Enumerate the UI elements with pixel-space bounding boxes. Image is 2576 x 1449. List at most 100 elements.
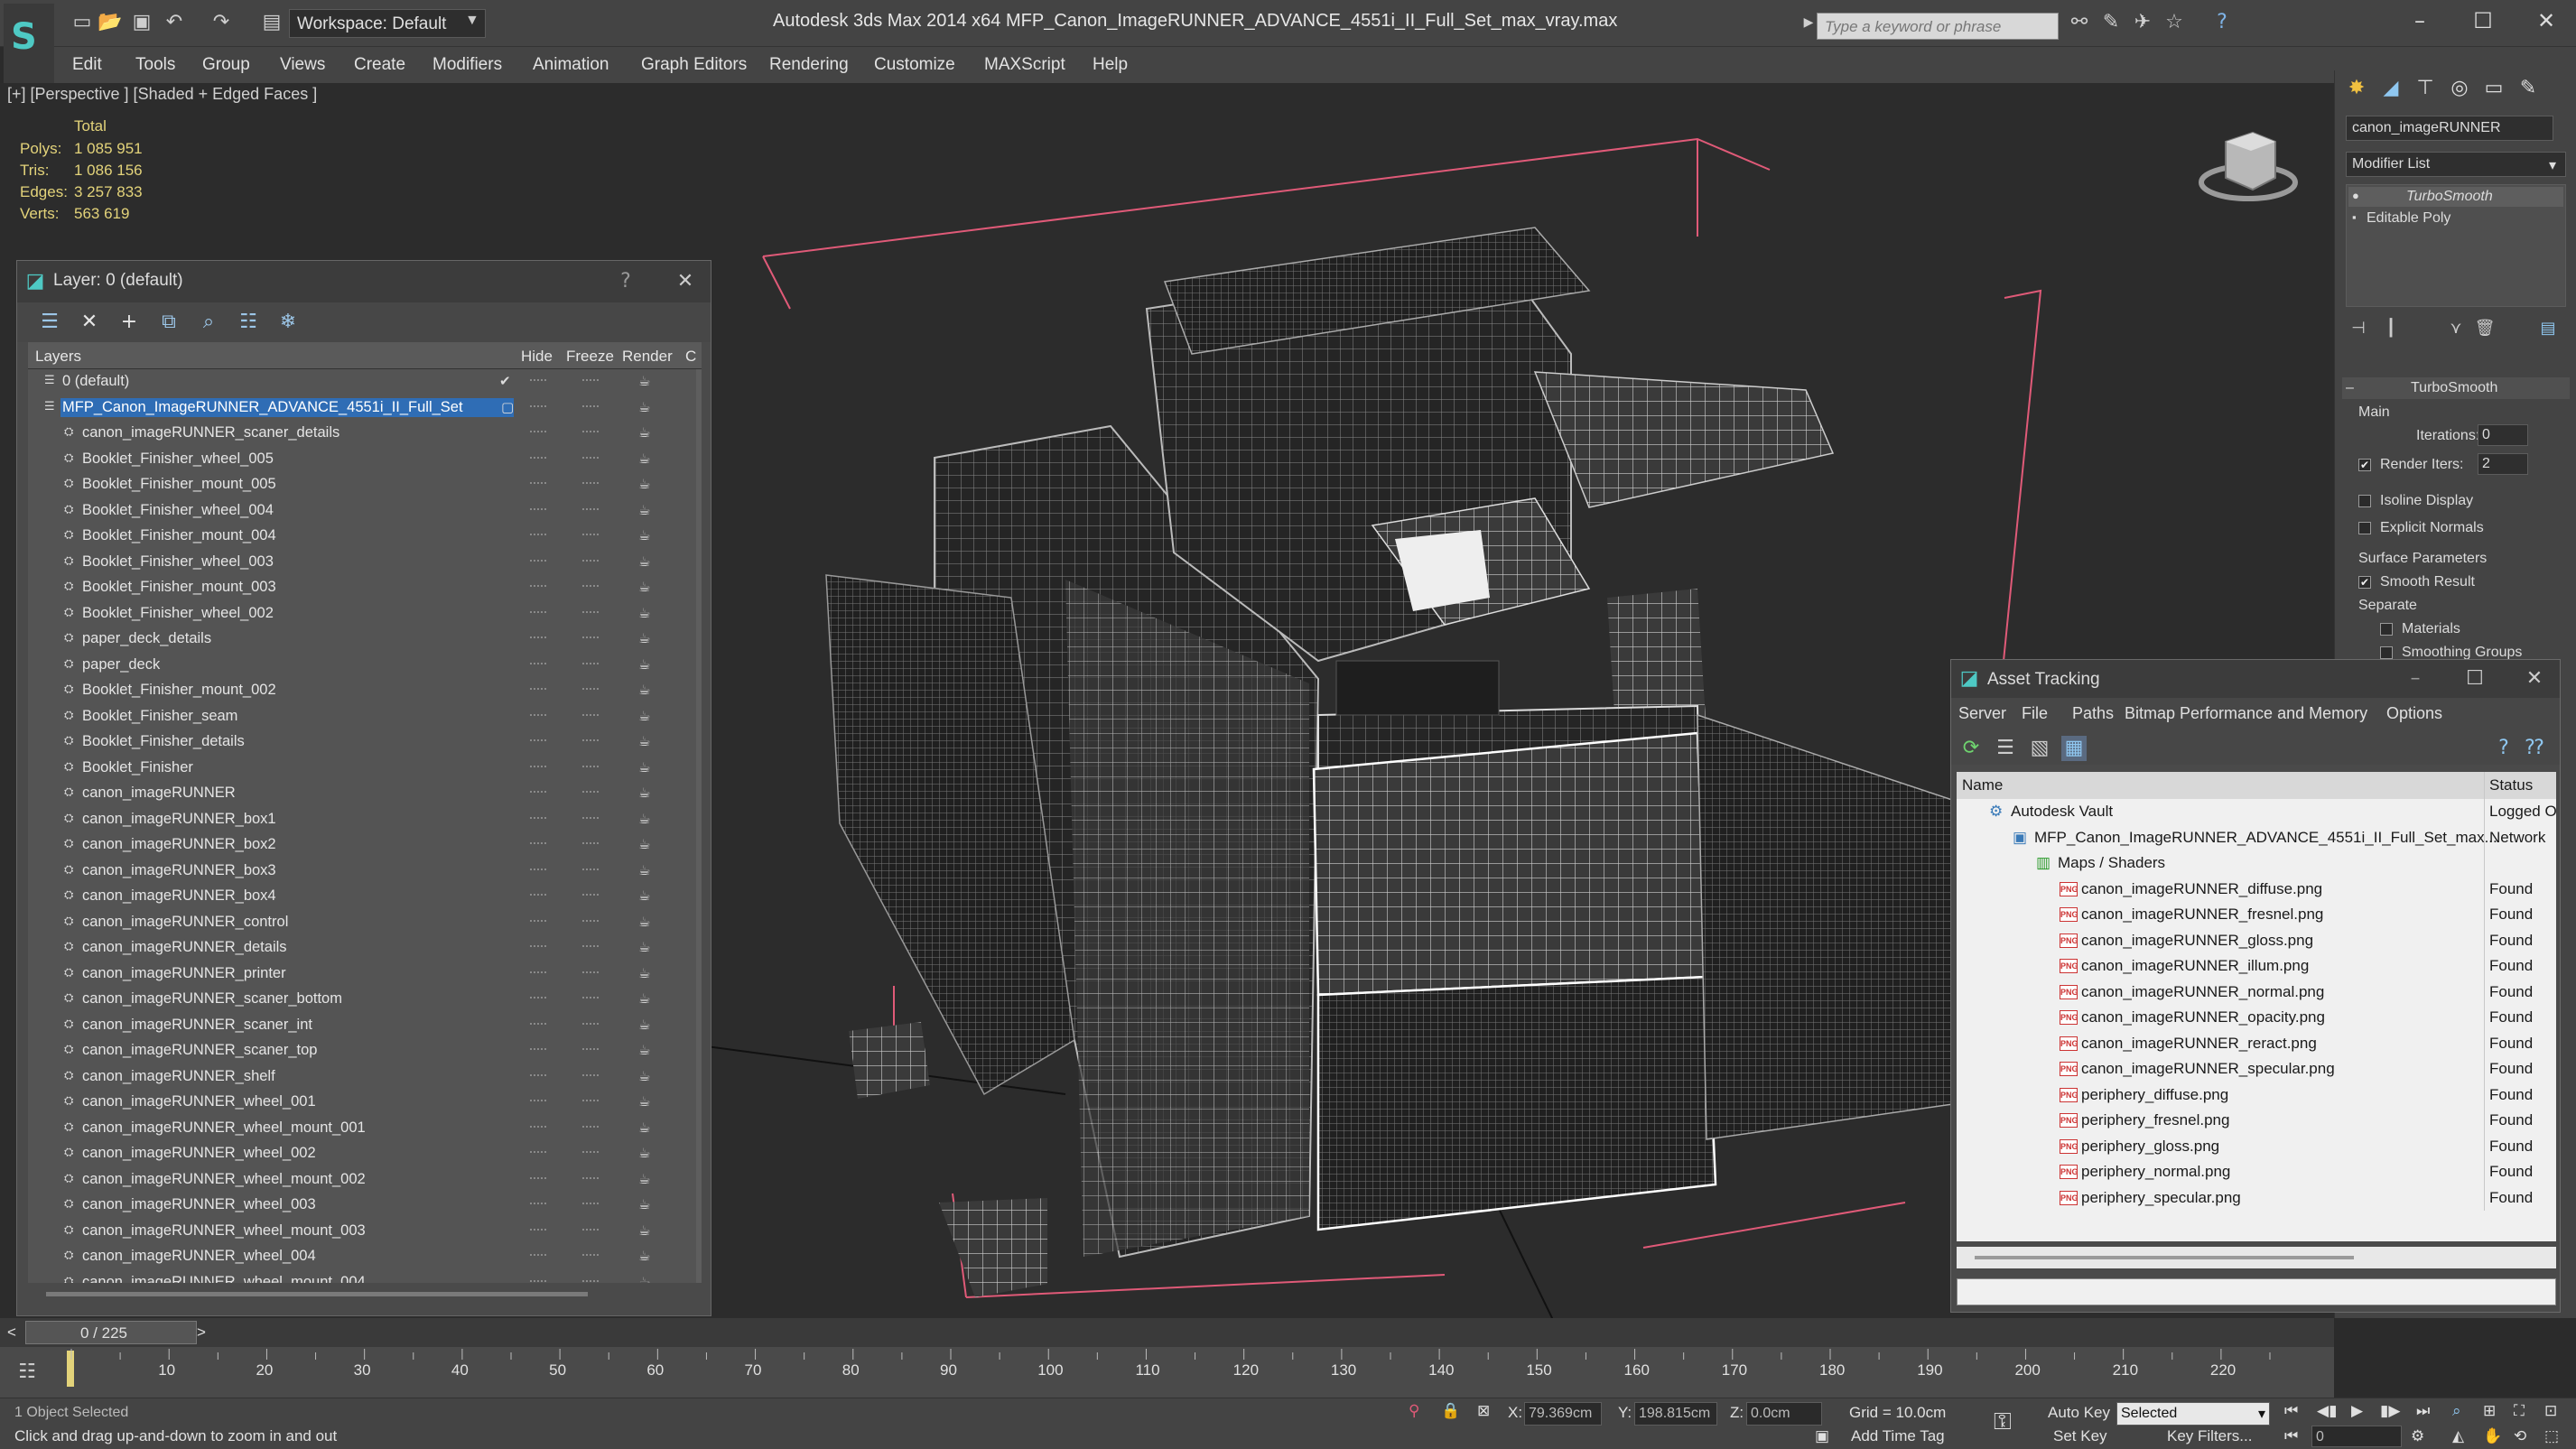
hide-toggle[interactable]	[530, 507, 546, 511]
render-teapot-icon[interactable]: ☕	[638, 450, 650, 467]
configure-sets-icon[interactable]: ▤	[2535, 316, 2561, 341]
layer-row[interactable]: ⛭ Booklet_Finisher ☕	[28, 756, 702, 782]
communication-icon[interactable]: ✈	[2131, 11, 2154, 34]
help-icon[interactable]: ?	[2491, 736, 2516, 761]
freeze-toggle[interactable]	[582, 739, 599, 742]
turbosmooth-rollout-header[interactable]: – TurboSmooth	[2342, 377, 2570, 399]
layer-row[interactable]: ⛭ canon_imageRUNNER_box4 ☕	[28, 884, 702, 910]
freeze-toggle[interactable]	[582, 1073, 599, 1077]
go-to-start-icon[interactable]: ⏮	[2284, 1402, 2298, 1420]
smooth-result-checkbox[interactable]: ✔	[2358, 576, 2371, 589]
smoothing-groups-checkbox[interactable]	[2380, 646, 2393, 659]
layer-row[interactable]: ⛭ Booklet_Finisher_mount_003 ☕	[28, 575, 702, 601]
layer-row[interactable]: ⛭ Booklet_Finisher_mount_002 ☕	[28, 678, 702, 704]
asset-row[interactable]: PNG periphery_fresnel.png Found	[1957, 1108, 2556, 1134]
render-teapot-icon[interactable]: ☕	[638, 862, 650, 878]
render-teapot-icon[interactable]: ☕	[638, 1171, 650, 1187]
freeze-toggle[interactable]	[582, 379, 599, 382]
maximize-viewport-icon[interactable]: ⬚	[2544, 1427, 2559, 1445]
freeze-toggle[interactable]	[582, 1022, 599, 1026]
freeze-toggle[interactable]	[582, 1176, 599, 1180]
render-teapot-icon[interactable]: ☕	[638, 914, 650, 930]
asset-row[interactable]: PNG periphery_diffuse.png Found	[1957, 1082, 2556, 1108]
render-teapot-icon[interactable]: ☕	[638, 1274, 650, 1284]
render-teapot-icon[interactable]: ☕	[638, 733, 650, 749]
expand-icon[interactable]: ▪	[2352, 210, 2357, 224]
time-slider[interactable]: < 0 / 225 >	[0, 1318, 2334, 1347]
lock-selection-icon[interactable]: 🔒	[1441, 1402, 1460, 1420]
mini-curve-editor-icon[interactable]: ☷	[14, 1360, 40, 1385]
freeze-toggle[interactable]	[582, 971, 599, 974]
close-icon[interactable]: ✕	[673, 269, 698, 294]
menu-views[interactable]: Views	[280, 55, 325, 75]
freeze-toggle[interactable]	[582, 1100, 599, 1102]
freeze-toggle[interactable]	[582, 431, 599, 433]
chevron-down-icon[interactable]: ▼	[465, 13, 479, 29]
hide-toggle[interactable]	[530, 894, 546, 896]
freeze-toggle[interactable]	[582, 816, 599, 820]
col-name[interactable]: Name	[1962, 776, 2003, 794]
asset-row[interactable]: ⚙ Autodesk Vault Logged O	[1957, 799, 2556, 825]
refresh-icon[interactable]: ⟳	[1958, 736, 1984, 761]
time-prev-icon[interactable]: <	[7, 1324, 16, 1342]
layer-row[interactable]: ⛭ canon_imageRUNNER_scaner_details ☕	[28, 421, 702, 447]
menu-graph-editors[interactable]: Graph Editors	[641, 55, 747, 75]
zoom-extents-icon[interactable]: ⛶	[2514, 1402, 2525, 1420]
render-teapot-icon[interactable]: ☕	[638, 965, 650, 981]
key-mode-toggle-icon[interactable]: ⏮	[2284, 1427, 2298, 1445]
materials-checkbox[interactable]	[2380, 623, 2393, 636]
render-teapot-icon[interactable]: ☕	[638, 1222, 650, 1239]
freeze-toggle[interactable]	[582, 945, 599, 948]
hide-toggle[interactable]	[530, 1228, 546, 1231]
asset-menu-server[interactable]: Server	[1958, 704, 2006, 723]
table-view-icon[interactable]: ▦	[2061, 736, 2087, 761]
render-teapot-icon[interactable]: ☕	[638, 1119, 650, 1136]
render-iters-spinner[interactable]: 2	[2478, 453, 2528, 475]
render-teapot-icon[interactable]: ☕	[638, 527, 650, 543]
render-teapot-icon[interactable]: ☕	[638, 1068, 650, 1084]
render-teapot-icon[interactable]: ☕	[638, 887, 650, 904]
layer-row[interactable]: ⛭ canon_imageRUNNER_shelf ☕	[28, 1064, 702, 1091]
hide-toggle[interactable]	[530, 636, 546, 639]
create-layer-icon[interactable]: ☰	[37, 310, 62, 335]
menu-tools[interactable]: Tools	[135, 55, 175, 75]
freeze-toggle[interactable]	[582, 534, 599, 536]
asset-row[interactable]: ▣ MFP_Canon_ImageRUNNER_ADVANCE_4551i_II_…	[1957, 824, 2556, 850]
stack-item-editable-poly[interactable]: ▪ Editable Poly	[2348, 209, 2563, 228]
layer-row[interactable]: ⛭ Booklet_Finisher_wheel_005 ☕	[28, 447, 702, 473]
viewport-label[interactable]: [+] [Perspective ] [Shaded + Edged Faces…	[7, 85, 317, 104]
layer-row[interactable]: ⛭ canon_imageRUNNER_wheel_mount_002 ☕	[28, 1167, 702, 1194]
go-to-end-icon[interactable]: ⏭	[2416, 1402, 2430, 1420]
explicit-normals-checkbox[interactable]	[2358, 522, 2371, 534]
track-bar[interactable]: ☷	[0, 1347, 2334, 1398]
hide-toggle[interactable]	[530, 945, 546, 948]
render-teapot-icon[interactable]: ☕	[638, 373, 650, 389]
layer-dialog-titlebar[interactable]: ◪ Layer: 0 (default) ? ✕	[17, 261, 711, 302]
col-status[interactable]: Status	[2489, 776, 2533, 794]
isoline-display-checkbox[interactable]	[2358, 495, 2371, 507]
time-next-icon[interactable]: >	[197, 1324, 206, 1342]
layer-row[interactable]: ⛭ canon_imageRUNNER ☕	[28, 781, 702, 807]
render-teapot-icon[interactable]: ☕	[638, 630, 650, 646]
render-teapot-icon[interactable]: ☕	[638, 1042, 650, 1058]
maximize-button[interactable]: ☐	[2465, 7, 2501, 34]
render-teapot-icon[interactable]: ☕	[638, 1093, 650, 1110]
layer-row[interactable]: ⛭ canon_imageRUNNER_wheel_002 ☕	[28, 1141, 702, 1167]
set-current-layer-icon[interactable]: ▢	[501, 399, 514, 415]
zoom-icon[interactable]: ⌕	[2452, 1402, 2461, 1420]
freeze-toggle[interactable]	[582, 636, 599, 639]
hide-toggle[interactable]	[530, 585, 546, 588]
freeze-toggle[interactable]	[582, 1125, 599, 1129]
hide-toggle[interactable]	[530, 868, 546, 871]
absolute-mode-icon[interactable]: ⊠	[1477, 1402, 1490, 1420]
modifier-list-dropdown[interactable]: Modifier List ▾	[2346, 152, 2566, 177]
select-objects-icon[interactable]: ⧉	[156, 310, 181, 335]
asset-row[interactable]: PNG canon_imageRUNNER_normal.png Found	[1957, 979, 2556, 1005]
freeze-toggle[interactable]	[582, 404, 599, 408]
object-name-field[interactable]: canon_imageRUNNER	[2346, 116, 2553, 141]
layer-row[interactable]: ⛭ canon_imageRUNNER_wheel_001 ☕	[28, 1090, 702, 1116]
asset-path-field[interactable]	[1957, 1278, 2556, 1305]
hide-toggle[interactable]	[530, 997, 546, 999]
asset-row[interactable]: PNG canon_imageRUNNER_fresnel.png Found	[1957, 902, 2556, 928]
delete-layer-icon[interactable]: ✕	[77, 310, 102, 335]
